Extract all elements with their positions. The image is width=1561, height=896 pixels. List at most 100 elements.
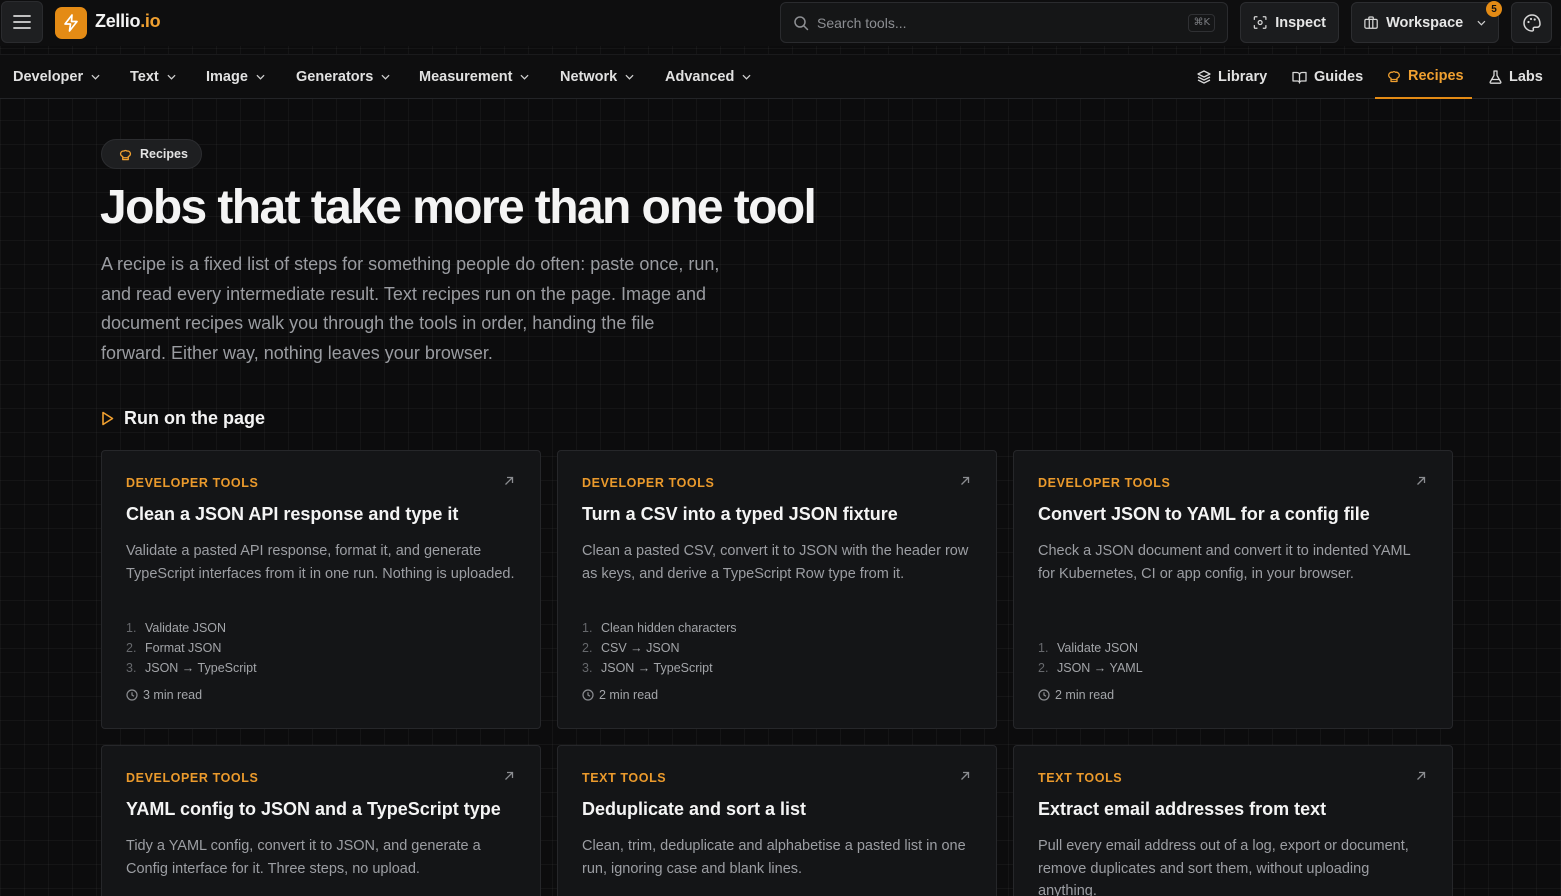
read-time-label: 2 min read	[599, 688, 659, 702]
nav-developer-label: Developer	[13, 69, 84, 85]
card-category: DEVELOPER TOOLS	[126, 476, 259, 490]
inspect-label: Inspect	[1275, 14, 1326, 31]
nav-image[interactable]: Image	[206, 55, 265, 99]
card-read-time: 2 min read	[1038, 688, 1114, 702]
nav-labs-label: Labs	[1509, 69, 1543, 85]
arrow-up-right-icon	[1417, 771, 1426, 780]
search-input[interactable]	[817, 3, 1177, 42]
arrow-up-right-icon	[505, 771, 514, 780]
step-item: 3. JSON → TypeScript	[582, 661, 713, 675]
section-title: Run on the page	[124, 408, 265, 428]
nav-recipes-label: Recipes	[1408, 68, 1464, 84]
recipe-card[interactable]: TEXT TOOLS Extract email addresses from …	[1013, 745, 1453, 896]
nav-guides-label: Guides	[1314, 69, 1364, 85]
card-steps: 1. Clean hidden characters 2. CSV → JSON 3…	[582, 618, 737, 678]
nav-developer[interactable]: Developer	[13, 55, 100, 99]
nav-measurement-label: Measurement	[419, 69, 513, 85]
arrow-up-right-icon	[505, 476, 514, 485]
read-time-label: 2 min read	[1055, 688, 1115, 702]
page-title: Jobs that take more than one tool	[100, 181, 817, 234]
nav-text-label: Text	[130, 69, 159, 85]
nav-recipes[interactable]: Recipes	[1375, 55, 1472, 99]
layers-icon	[1197, 70, 1211, 84]
clock-icon	[1038, 689, 1050, 701]
step-item: 1. Validate JSON	[126, 621, 227, 635]
card-title: Clean a JSON API response and type it	[126, 504, 459, 524]
card-steps: 1. Validate JSON 2. JSON → YAML	[1038, 638, 1143, 678]
card-description: Check a JSON document and convert it to …	[1038, 543, 1411, 582]
nav-image-label: Image	[206, 69, 248, 85]
nav-advanced-label: Advanced	[665, 69, 735, 85]
menu-button[interactable]	[1, 1, 43, 43]
nav-measurement[interactable]: Measurement	[419, 55, 530, 99]
chevron-down-icon	[625, 74, 634, 80]
briefcase-icon	[1364, 16, 1378, 29]
step-item: 2. CSV → JSON	[582, 641, 680, 655]
card-category: TEXT TOOLS	[1038, 771, 1123, 785]
card-category: DEVELOPER TOOLS	[126, 771, 259, 785]
nav-text[interactable]: Text	[130, 55, 176, 99]
card-title: Turn a CSV into a typed JSON fixture	[582, 504, 898, 524]
card-category: DEVELOPER TOOLS	[1038, 476, 1171, 490]
chevron-down-icon	[742, 74, 751, 80]
chevron-down-icon	[91, 74, 100, 80]
card-title: YAML config to JSON and a TypeScript typ…	[126, 799, 501, 819]
step-item: 2. JSON → YAML	[1038, 661, 1143, 675]
card-description: Tidy a YAML config, convert it to JSON, …	[126, 838, 481, 877]
card-category: DEVELOPER TOOLS	[582, 476, 715, 490]
flask-icon	[1489, 70, 1502, 84]
book-icon	[1292, 71, 1307, 84]
logo[interactable]	[55, 7, 87, 39]
nav-labs[interactable]: Labs	[1489, 55, 1543, 99]
card-read-time: 2 min read	[582, 688, 658, 702]
recipe-card[interactable]: DEVELOPER TOOLS Turn a CSV into a typed …	[557, 450, 997, 729]
card-description: Pull every email address out of a log, e…	[1038, 838, 1409, 896]
recipe-card[interactable]: TEXT TOOLS Deduplicate and sort a list C…	[557, 745, 997, 896]
clock-icon	[582, 689, 594, 701]
brand-name[interactable]: Zellio.io	[95, 11, 161, 32]
nav-advanced[interactable]: Advanced	[665, 55, 751, 99]
card-read-time: 3 min read	[126, 688, 202, 702]
hamburger-icon	[13, 15, 31, 29]
clock-icon	[126, 689, 138, 701]
card-steps: 1. Validate JSON 2. Format JSON 3. JSON → T…	[126, 618, 257, 678]
chevron-down-icon	[256, 74, 265, 80]
card-title: Deduplicate and sort a list	[582, 799, 807, 819]
top-bar: Zellio.io ⌘K Inspect Workspace 5	[0, 0, 1561, 46]
recipes-pill-label: Recipes	[140, 147, 188, 161]
card-description: Validate a pasted API response, format i…	[126, 543, 515, 582]
recipe-card[interactable]: DEVELOPER TOOLS Clean a JSON API respons…	[101, 450, 541, 729]
section-heading: Run on the page	[101, 408, 265, 429]
step-item: 1. Clean hidden characters	[582, 621, 737, 635]
chevron-down-icon	[1477, 20, 1486, 26]
play-icon	[102, 411, 114, 426]
inspect-button[interactable]: Inspect	[1240, 2, 1339, 43]
chevron-down-icon	[381, 74, 390, 80]
nav-library[interactable]: Library	[1197, 55, 1267, 99]
search-shortcut-hint: ⌘K	[1188, 14, 1215, 32]
card-description: Clean a pasted CSV, convert it to JSON w…	[582, 543, 969, 582]
chevron-down-icon	[167, 74, 176, 80]
nav-generators-label: Generators	[296, 69, 374, 85]
nav-guides[interactable]: Guides	[1292, 55, 1363, 99]
search-box[interactable]: ⌘K	[780, 2, 1228, 43]
nav-library-label: Library	[1218, 69, 1268, 85]
card-title: Extract email addresses from text	[1038, 799, 1327, 819]
arrow-up-right-icon	[961, 476, 970, 485]
workspace-button[interactable]: Workspace	[1351, 2, 1499, 43]
scan-icon	[1253, 16, 1267, 29]
theme-button[interactable]	[1511, 2, 1552, 43]
nav-network[interactable]: Network	[560, 55, 634, 99]
read-time-label: 3 min read	[143, 688, 203, 702]
nav-generators[interactable]: Generators	[296, 55, 390, 99]
palette-icon	[1522, 13, 1541, 32]
page-description: A recipe is a fixed list of steps for so…	[101, 254, 720, 363]
chef-hat-icon	[1388, 71, 1400, 83]
recipe-card[interactable]: DEVELOPER TOOLS YAML config to JSON and …	[101, 745, 541, 896]
recipes-pill: Recipes	[101, 139, 202, 169]
step-item: 1. Validate JSON	[1038, 641, 1139, 655]
step-item: 3. JSON → TypeScript	[126, 661, 257, 675]
card-description: Clean, trim, deduplicate and alphabetise…	[582, 838, 966, 877]
recipe-card[interactable]: DEVELOPER TOOLS Convert JSON to YAML for…	[1013, 450, 1453, 729]
step-item: 2. Format JSON	[126, 641, 222, 655]
